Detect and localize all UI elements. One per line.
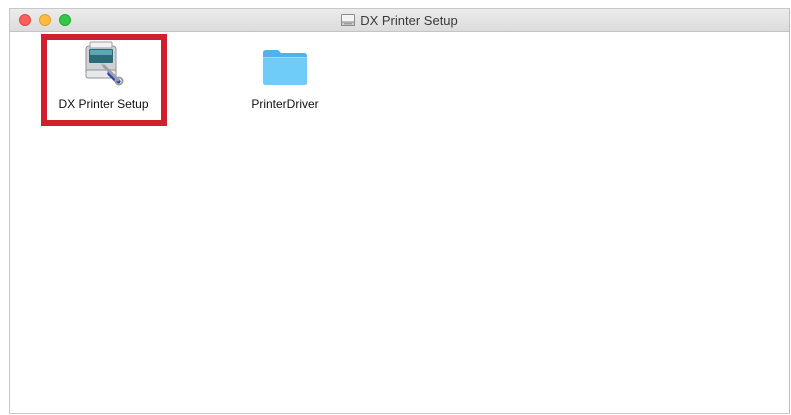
finder-window: DX Printer Setup DX Printer Setup Printe… <box>9 8 790 414</box>
window-title-area: DX Printer Setup <box>10 9 789 31</box>
file-label: PrinterDriver <box>251 97 319 111</box>
window-title: DX Printer Setup <box>360 12 458 28</box>
finder-content: DX Printer Setup PrinterDriver <box>10 32 789 413</box>
title-bar[interactable]: DX Printer Setup <box>10 9 789 32</box>
file-label: DX Printer Setup <box>58 97 149 111</box>
file-item-dx-printer-setup[interactable]: DX Printer Setup <box>40 34 167 126</box>
folder-icon <box>263 50 307 85</box>
printer-setup-app-icon <box>85 41 124 86</box>
disk-icon <box>341 14 356 26</box>
file-item-printerdriver[interactable]: PrinterDriver <box>240 34 330 126</box>
